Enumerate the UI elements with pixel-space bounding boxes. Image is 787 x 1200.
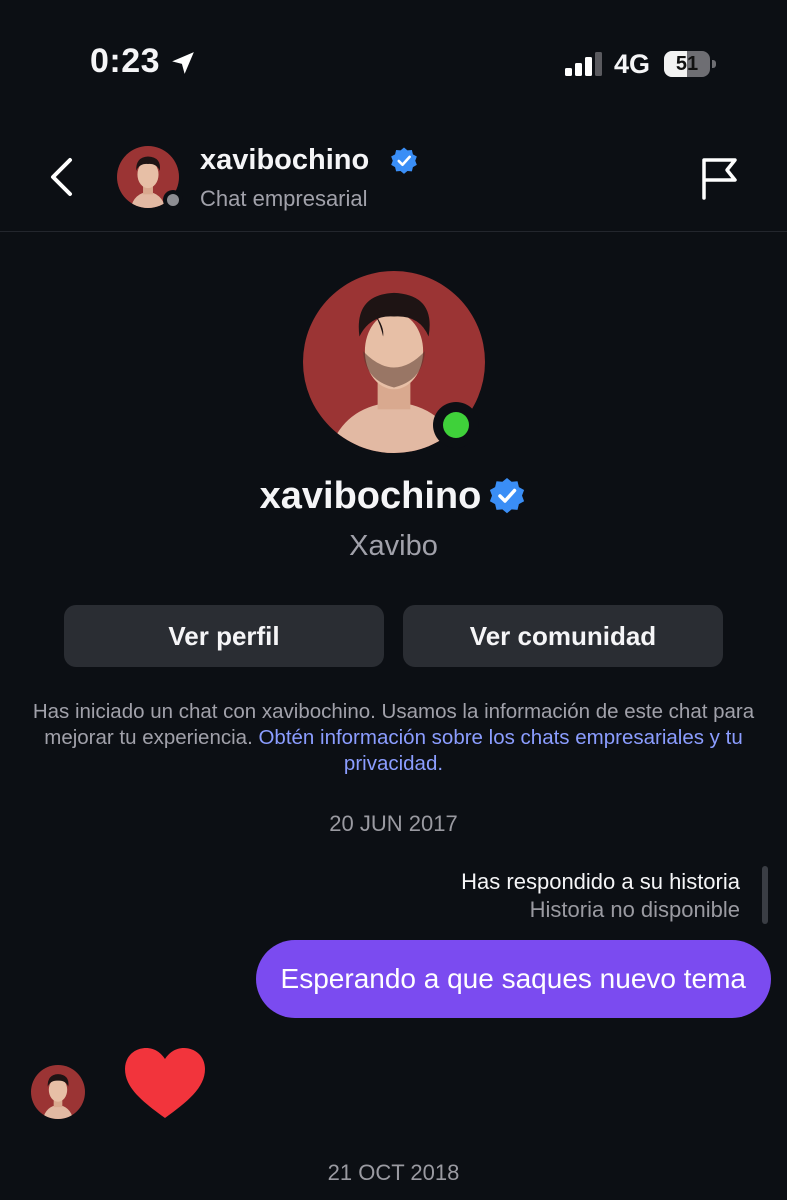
date-separator: 21 OCT 2018	[327, 1160, 460, 1185]
verified-badge-icon	[391, 147, 417, 174]
profile-display-name: Xavibo	[349, 530, 438, 562]
flag-icon[interactable]	[700, 156, 740, 200]
battery-percent: 51	[675, 53, 699, 75]
privacy-info-link[interactable]: Obtén información sobre los chats empres…	[258, 726, 742, 775]
avatar-photo-icon	[31, 1065, 85, 1119]
back-chevron-icon[interactable]	[46, 156, 76, 198]
battery-icon: 51	[664, 51, 716, 77]
verified-badge-icon	[490, 478, 525, 514]
header-subtitle: Chat empresarial	[200, 186, 368, 211]
profile-name-row: xavibochino	[0, 470, 787, 522]
sender-avatar[interactable]	[31, 1065, 85, 1119]
business-chat-info: Has iniciado un chat con xavibochino. Us…	[30, 699, 757, 777]
header-username[interactable]: xavibochino	[200, 144, 369, 177]
story-reply-title: Has respondido a su historia	[461, 869, 740, 894]
heart-icon[interactable]	[123, 1046, 207, 1120]
network-type: 4G	[614, 49, 651, 79]
profile-username: xavibochino	[259, 474, 482, 517]
status-time: 0:23	[90, 42, 161, 80]
location-arrow-icon	[172, 52, 194, 74]
presence-indicator	[163, 190, 183, 210]
view-community-button[interactable]: Ver comunidad	[403, 605, 723, 667]
sent-message-bubble[interactable]: Esperando a que saques nuevo tema	[255, 940, 771, 1018]
online-status-dot	[443, 412, 469, 438]
scrollbar[interactable]	[762, 866, 768, 924]
date-separator: 20 JUN 2017	[329, 811, 458, 836]
story-unavailable-label: Historia no disponible	[529, 897, 740, 922]
cellular-signal-icon	[565, 52, 602, 76]
header-divider	[0, 231, 787, 232]
view-profile-button[interactable]: Ver perfil	[64, 605, 384, 667]
